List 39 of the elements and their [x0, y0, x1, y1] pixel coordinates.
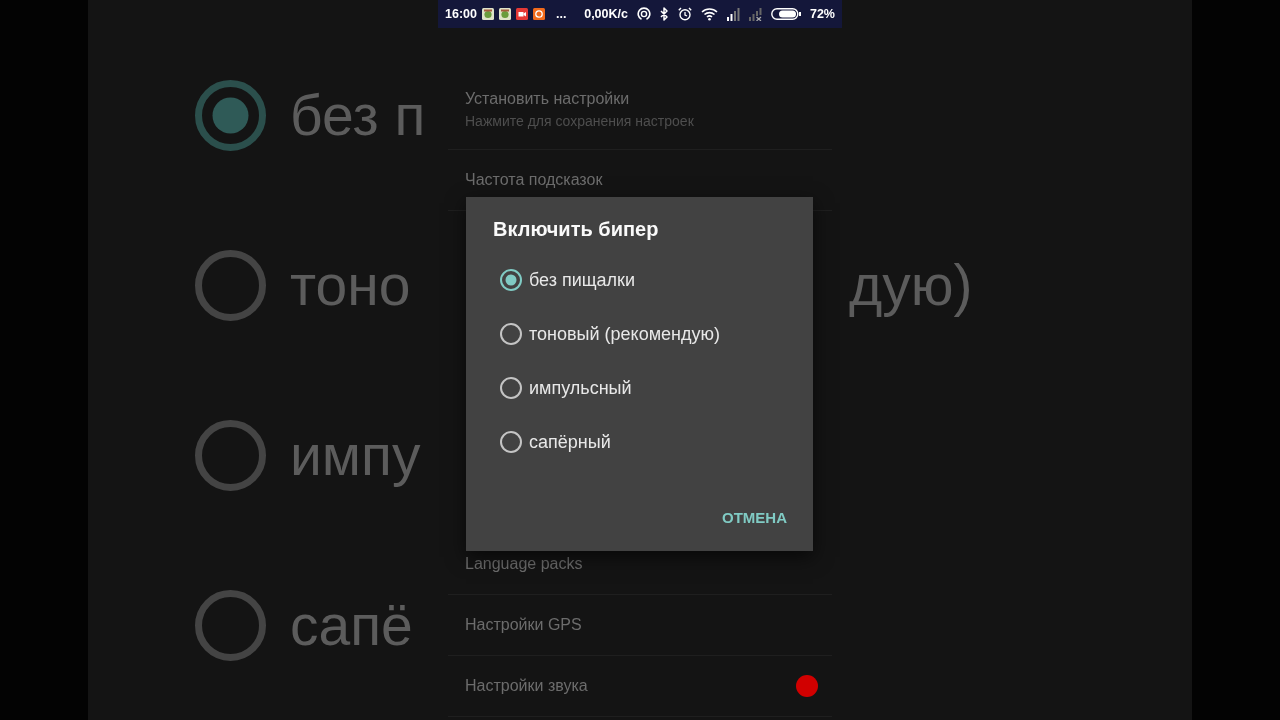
radio-icon[interactable] [500, 323, 522, 345]
item-title: Частота подсказок [465, 170, 604, 190]
radio-option[interactable]: сапёрный [466, 415, 813, 469]
picture-icon [499, 8, 511, 20]
settings-item[interactable]: Настройки звука [448, 656, 832, 717]
option-label: дую) [849, 252, 973, 319]
item-title: Установить настройки [465, 89, 631, 109]
option-label: тоно [290, 252, 411, 319]
item-summary: Нажмите для сохранения настроек [465, 112, 695, 131]
radio-option[interactable]: импульсный [466, 361, 813, 415]
item-title: Настройки GPS [465, 615, 583, 635]
bluetooth-icon [659, 7, 669, 21]
clock-time: 16:00 [445, 7, 477, 21]
option-label: сапё [290, 592, 413, 659]
network-speed: 0,00K/c [584, 7, 628, 21]
signal-icon [726, 7, 740, 21]
item-title: Настройки звука [465, 676, 589, 696]
ring-icon [636, 7, 651, 21]
option-label: импу [290, 422, 421, 489]
settings-item[interactable]: Установить настройки Нажмите для сохранения настроек [448, 78, 832, 150]
dialog-title: Включить бипер [492, 217, 659, 241]
radio-option[interactable]: без пищалки [466, 253, 813, 307]
radio-icon[interactable] [500, 377, 522, 399]
more-notifications: ... [556, 7, 567, 21]
no-signal-icon [748, 7, 762, 21]
item-title: Language packs [465, 554, 584, 574]
battery-icon [770, 7, 801, 21]
option-label: без п [290, 82, 426, 149]
picture-icon [482, 8, 494, 20]
cancel-button[interactable]: ОТМЕНА [714, 499, 795, 535]
app-badge-icon [533, 8, 545, 20]
radio-icon[interactable] [500, 431, 522, 453]
video-camera-icon [516, 8, 528, 20]
alarm-clock-icon [677, 7, 692, 21]
battery-percent: 72% [809, 7, 835, 21]
settings-item[interactable]: Настройки GPS [448, 595, 832, 656]
radio-icon[interactable] [500, 269, 522, 291]
radio-option[interactable]: тоновый (рекомендую) [466, 307, 813, 361]
wifi-icon [700, 7, 718, 21]
